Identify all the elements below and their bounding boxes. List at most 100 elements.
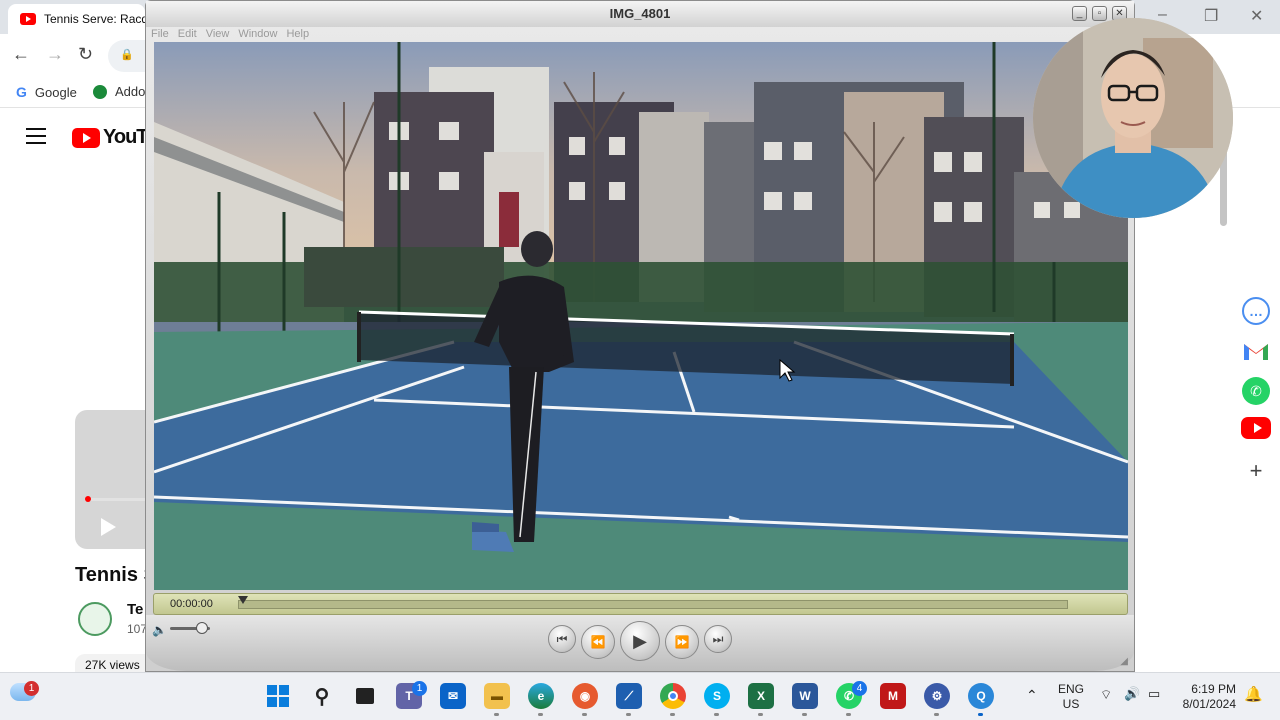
tray-chevron-icon[interactable]: ⌃: [1026, 687, 1038, 704]
quicktime-window: IMG_4801 _ ▫ ✕ File Edit View Window Hel…: [145, 0, 1135, 672]
language-indicator[interactable]: ENG US: [1058, 682, 1084, 712]
running-indicator: [670, 713, 675, 716]
video-frame[interactable]: [154, 42, 1128, 590]
bookmark-google[interactable]: G Google: [16, 84, 77, 100]
resize-grip-icon[interactable]: ◢: [1120, 656, 1128, 667]
window-title[interactable]: IMG_4801: [146, 1, 1134, 27]
volume-icon[interactable]: 🔈: [152, 623, 167, 637]
bookmark-label: Google: [34, 84, 77, 100]
skype-icon[interactable]: S: [704, 683, 730, 709]
running-indicator: [538, 713, 543, 716]
hamburger-menu-icon[interactable]: [26, 128, 46, 149]
bookmark-label: Addo: [115, 84, 146, 99]
running-indicator: [626, 713, 631, 716]
clock-time: 6:19 PM: [1191, 682, 1236, 696]
clock-date: 8/01/2024: [1182, 697, 1236, 711]
video-views: 27K views: [75, 654, 146, 672]
running-indicator: [846, 713, 851, 716]
qt-maximize-icon[interactable]: ▫: [1092, 6, 1107, 21]
wifi-icon[interactable]: ⌔: [1100, 687, 1112, 703]
running-indicator: [494, 713, 499, 716]
timeline-track[interactable]: [238, 600, 1068, 609]
addon-icon: [93, 84, 107, 99]
presentation-icon[interactable]: ⟋: [616, 683, 642, 709]
mcafee-icon[interactable]: M: [880, 683, 906, 709]
edge-icon[interactable]: e: [528, 683, 554, 709]
rewind-icon[interactable]: ⏪: [581, 625, 615, 659]
menu-help[interactable]: Help: [286, 28, 309, 40]
browser-tab[interactable]: Tennis Serve: Racqu: [8, 4, 145, 34]
player-scrubber[interactable]: [85, 496, 91, 502]
timeline-bar[interactable]: 00:00:00: [153, 593, 1128, 615]
qt-menu-bar: File Edit View Window Help: [151, 28, 309, 40]
webcam-feed: [1033, 18, 1233, 218]
plus-icon[interactable]: +: [1242, 457, 1270, 485]
windows-taskbar: 1 ⚲ T 1 ✉ ▬ e ◉ ⟋ S X W ✆ 4 M ⚙ Q ⌃ ⌔ 🔊 …: [0, 672, 1280, 720]
play-icon[interactable]: [101, 518, 116, 536]
start-icon[interactable]: [265, 683, 291, 709]
whatsapp-badge: 4: [852, 681, 867, 696]
channel-avatar[interactable]: [78, 602, 112, 636]
browser-tab-title: Tennis Serve: Racqu: [44, 12, 145, 26]
play-button-icon[interactable]: ▶: [620, 621, 660, 661]
menu-view[interactable]: View: [206, 28, 230, 40]
search-icon[interactable]: ⚲: [309, 683, 335, 709]
mail-icon[interactable]: ✉: [440, 683, 466, 709]
channel-subscribers: 107: [127, 622, 147, 636]
tennis-serve-video: [154, 42, 1128, 590]
word-icon[interactable]: W: [792, 683, 818, 709]
running-indicator: [978, 713, 983, 716]
settings-gear-icon[interactable]: ⚙: [924, 683, 950, 709]
file-explorer-icon[interactable]: ▬: [484, 683, 510, 709]
lang-region: US: [1062, 697, 1080, 711]
close-icon[interactable]: ✕: [1250, 6, 1263, 26]
copilot-icon[interactable]: …: [1242, 297, 1270, 325]
back-icon[interactable]: ←: [12, 44, 30, 65]
channel-name[interactable]: Te: [127, 601, 147, 618]
teams-badge: 1: [412, 681, 427, 696]
playback-controls: 🔈 ⏮ ⏪ ▶ ⏩ ⏭ ◢: [146, 615, 1134, 671]
menu-edit[interactable]: Edit: [178, 28, 197, 40]
webcam-overlay: [1033, 18, 1233, 218]
running-indicator: [758, 713, 763, 716]
clock[interactable]: 6:19 PM 8/01/2024: [1180, 682, 1236, 712]
skip-forward-icon[interactable]: ⏭: [704, 625, 732, 653]
youtube-logo-icon: [72, 127, 100, 148]
running-indicator: [802, 713, 807, 716]
address-bar[interactable]: 🔒: [108, 40, 148, 72]
current-time: 00:00:00: [170, 598, 213, 610]
menu-window[interactable]: Window: [238, 28, 277, 40]
playhead-icon[interactable]: [238, 596, 248, 604]
youtube-player[interactable]: [75, 410, 150, 549]
running-indicator: [582, 713, 587, 716]
menu-file[interactable]: File: [151, 28, 169, 40]
whatsapp-icon[interactable]: ✆: [1242, 377, 1270, 405]
lang-code: ENG: [1058, 682, 1085, 696]
quicktime-taskbar-icon[interactable]: Q: [968, 683, 994, 709]
weather-badge: 1: [24, 681, 39, 696]
fast-forward-icon[interactable]: ⏩: [665, 625, 699, 659]
youtube-icon[interactable]: [1241, 417, 1271, 439]
reload-icon[interactable]: ↻: [78, 44, 93, 65]
bookmark-addo[interactable]: Addo: [93, 84, 145, 99]
restore-icon[interactable]: ❐: [1204, 6, 1218, 26]
running-indicator: [714, 713, 719, 716]
battery-icon[interactable]: ▭: [1148, 686, 1160, 702]
volume-knob[interactable]: [196, 622, 208, 634]
youtube-favicon-icon: [20, 13, 36, 25]
player-progress-bar[interactable]: [87, 498, 150, 501]
notification-bell-icon[interactable]: 🔔: [1244, 685, 1263, 703]
forward-icon[interactable]: →: [46, 44, 64, 65]
volume-tray-icon[interactable]: 🔊: [1124, 686, 1140, 702]
screen-recorder-icon[interactable]: ◉: [572, 683, 598, 709]
chrome-icon[interactable]: [660, 683, 686, 709]
lock-icon: 🔒: [120, 49, 134, 61]
qt-minimize-icon[interactable]: _: [1072, 6, 1087, 21]
google-icon: G: [16, 84, 27, 100]
excel-icon[interactable]: X: [748, 683, 774, 709]
skip-back-icon[interactable]: ⏮: [548, 625, 576, 653]
running-indicator: [934, 713, 939, 716]
task-view-icon[interactable]: [352, 683, 378, 709]
video-title: Tennis S: [75, 564, 146, 586]
gmail-icon[interactable]: [1242, 337, 1270, 365]
